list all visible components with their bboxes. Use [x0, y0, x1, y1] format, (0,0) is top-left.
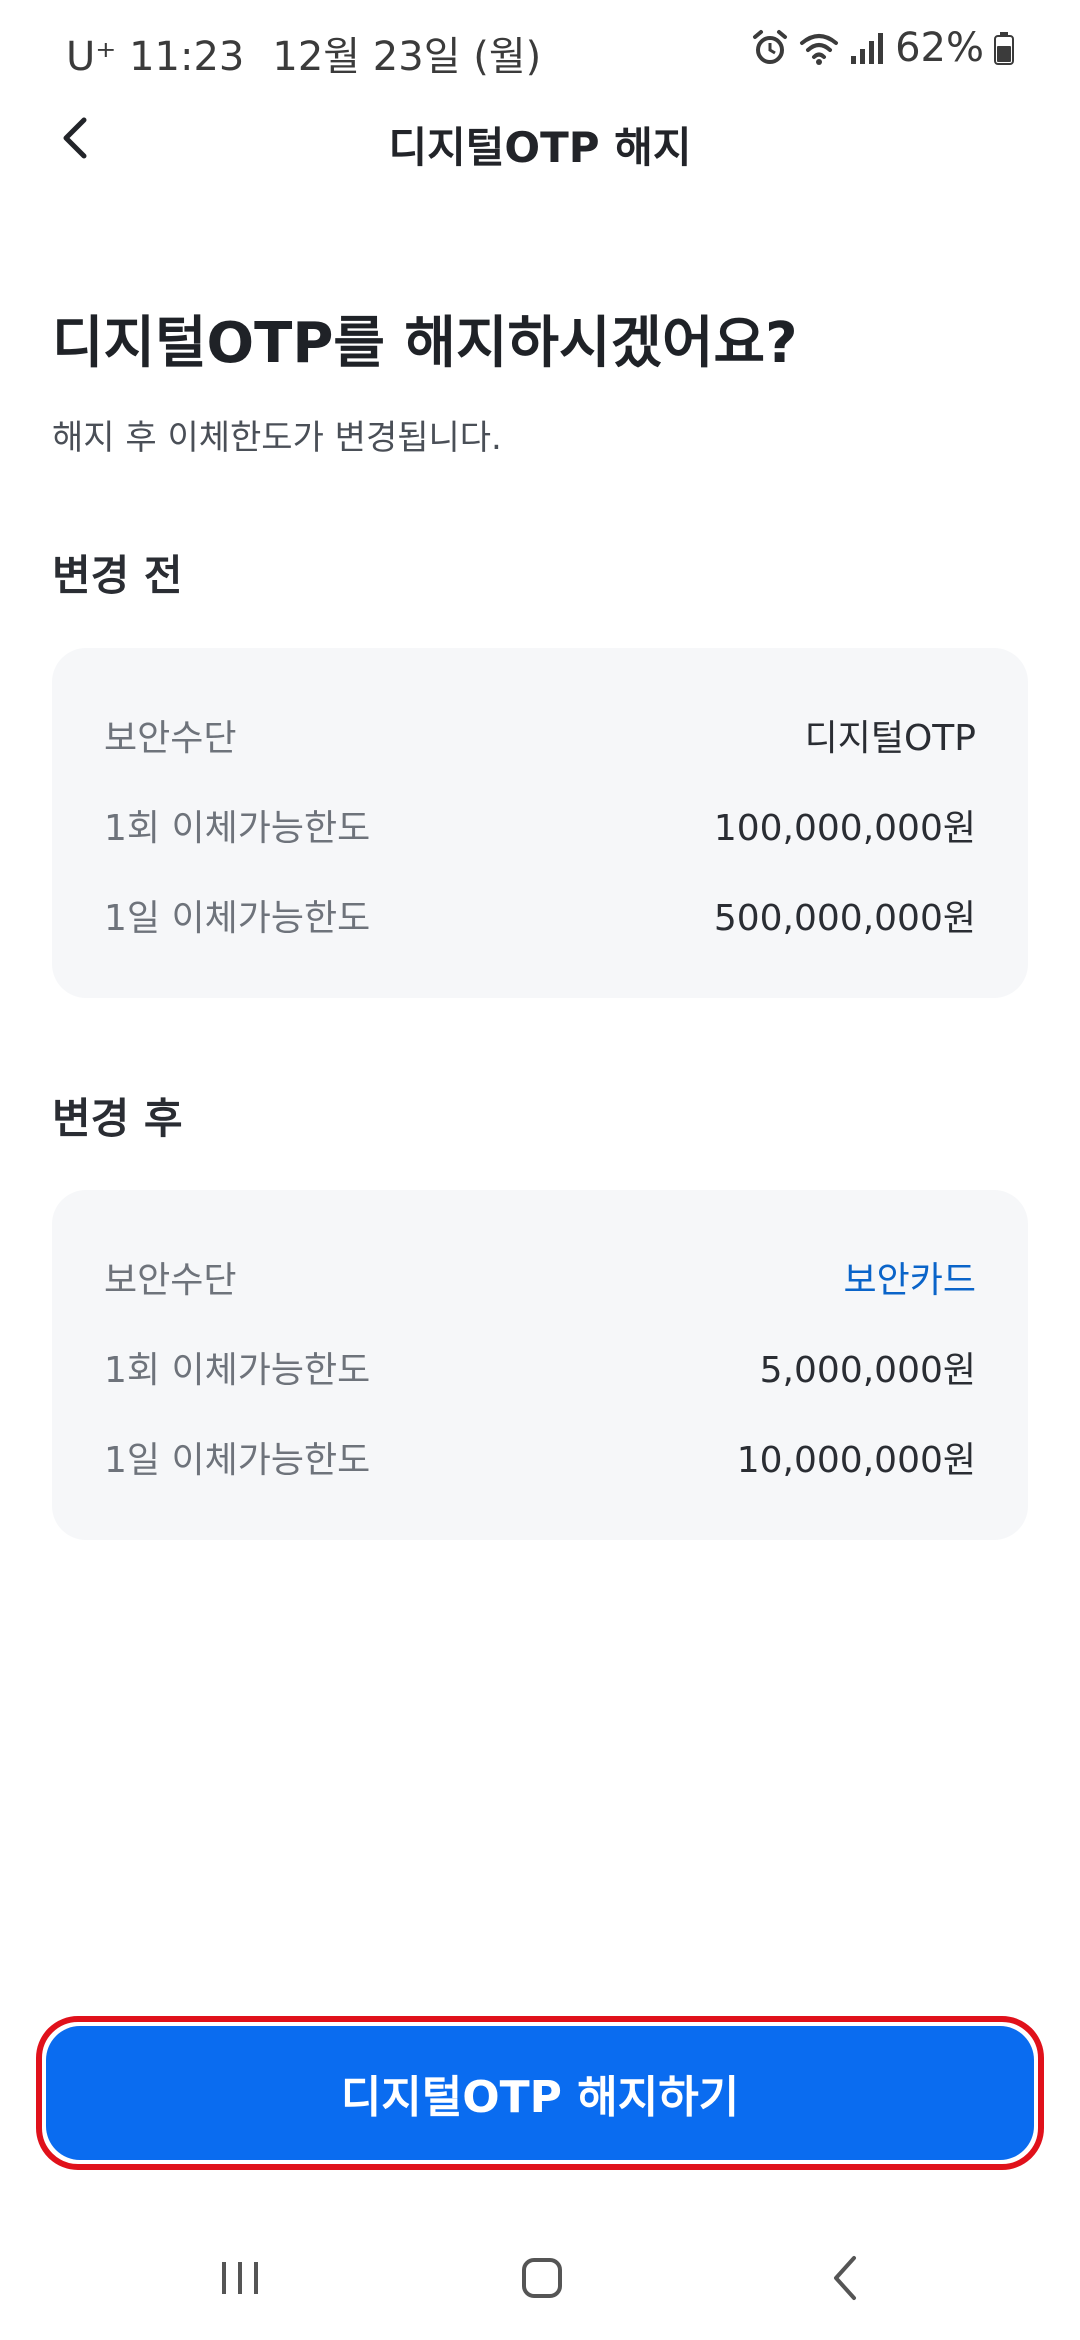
- status-left: U⁺ 11:23 12월 23일 (월): [66, 24, 541, 82]
- status-right: 62%: [751, 20, 1014, 76]
- signal-icon: [849, 30, 885, 66]
- cancel-otp-button[interactable]: 디지털OTP 해지하기: [46, 2026, 1034, 2160]
- app-header: 디지털OTP 해지: [0, 96, 1080, 186]
- list-item: 보안수단 디지털OTP: [104, 705, 976, 765]
- limits-card-after: 보안수단 보안카드 1회 이체가능한도 5,000,000원 1일 이체가능한도…: [52, 1190, 1028, 1540]
- battery-percent: 62%: [895, 25, 984, 71]
- row-label: 1일 이체가능한도: [104, 898, 371, 939]
- battery-icon: [994, 31, 1014, 65]
- row-label: 1회 이체가능한도: [104, 808, 371, 849]
- headline: 디지털OTP를 해지하시겠어요?: [52, 311, 798, 376]
- row-value: 디지털OTP: [804, 718, 976, 759]
- row-value: 500,000,000원: [713, 898, 976, 939]
- list-item: 1일 이체가능한도 10,000,000원: [104, 1427, 976, 1487]
- nav-back-button[interactable]: [786, 2248, 906, 2312]
- section-title-before: 변경 전: [52, 551, 183, 600]
- wifi-icon: [799, 29, 839, 67]
- row-label: 보안수단: [104, 1260, 237, 1301]
- list-item: 1회 이체가능한도 100,000,000원: [104, 795, 976, 855]
- list-item: 1일 이체가능한도 500,000,000원: [104, 885, 976, 945]
- list-item: 1회 이체가능한도 5,000,000원: [104, 1337, 976, 1397]
- status-bar: U⁺ 11:23 12월 23일 (월) 62%: [0, 0, 1080, 96]
- recents-icon: [218, 2258, 262, 2302]
- page-title: 디지털OTP 해지: [388, 123, 692, 172]
- row-value: 5,000,000원: [759, 1350, 976, 1391]
- carrier-label: U⁺: [66, 34, 117, 80]
- screen: U⁺ 11:23 12월 23일 (월) 62% 디지털OTP 해지 디지털OT…: [0, 0, 1080, 2340]
- back-icon: [830, 2254, 862, 2306]
- cta-highlight: 디지털OTP 해지하기: [36, 2016, 1044, 2170]
- home-icon: [520, 2256, 564, 2304]
- row-label: 1회 이체가능한도: [104, 1350, 371, 1391]
- nav-recents-button[interactable]: [180, 2248, 300, 2312]
- nav-home-button[interactable]: [482, 2248, 602, 2312]
- subtext: 해지 후 이체한도가 변경됩니다.: [52, 418, 502, 458]
- system-nav-bar: [0, 2220, 1080, 2340]
- section-title-after: 변경 후: [52, 1094, 183, 1143]
- list-item: 보안수단 보안카드: [104, 1247, 976, 1307]
- status-time: 11:23: [129, 34, 245, 80]
- row-label: 1일 이체가능한도: [104, 1440, 371, 1481]
- row-value: 보안카드: [843, 1260, 976, 1301]
- status-date: 12월 23일 (월): [272, 34, 542, 80]
- row-value: 100,000,000원: [713, 808, 976, 849]
- limits-card-before: 보안수단 디지털OTP 1회 이체가능한도 100,000,000원 1일 이체…: [52, 648, 1028, 998]
- row-label: 보안수단: [104, 718, 237, 759]
- alarm-icon: [751, 29, 789, 67]
- row-value: 10,000,000원: [736, 1440, 976, 1481]
